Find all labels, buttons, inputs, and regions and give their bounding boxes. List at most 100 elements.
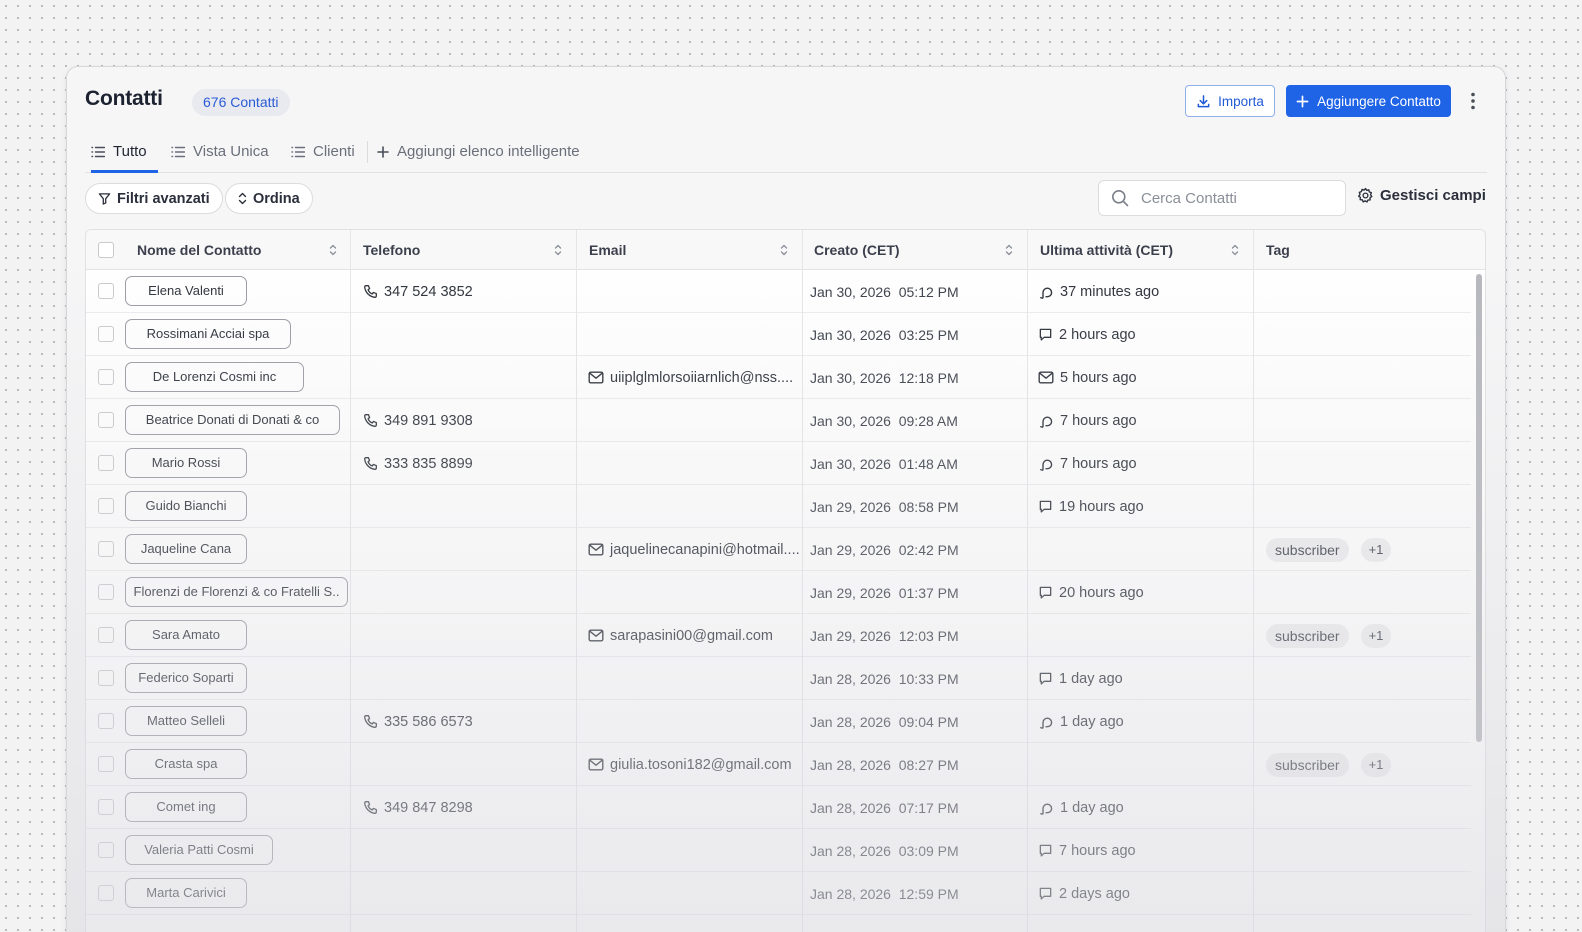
email-cell[interactable]: jaquelinecanapini@hotmail.... xyxy=(588,528,800,571)
table-row[interactable]: Guido Bianchi Jan 29, 2026 08:58 PM 19 hou… xyxy=(86,485,1471,528)
row-checkbox[interactable] xyxy=(98,627,114,643)
contact-name-link[interactable]: Marta Carivici xyxy=(125,878,247,908)
row-checkbox[interactable] xyxy=(98,799,114,815)
table-row[interactable]: De Lorenzi Cosmi inc uiiplglmlorsoiiarnli… xyxy=(86,356,1471,399)
table-row[interactable]: Sara Amato sarapasini00@gmail.com Jan 29, … xyxy=(86,614,1471,657)
email-cell[interactable]: giulia.tosoni182@gmail.com xyxy=(588,743,800,786)
row-checkbox[interactable] xyxy=(98,369,114,385)
row-checkbox[interactable] xyxy=(98,498,114,514)
call-activity-icon xyxy=(1038,284,1054,300)
contact-name-link[interactable]: Mario Rossi xyxy=(125,448,247,478)
column-header-email[interactable]: Email xyxy=(589,230,802,270)
column-header-created[interactable]: Creato (CET) xyxy=(814,230,1027,270)
phone-cell[interactable]: 335 586 6573 xyxy=(363,700,573,743)
table-row[interactable]: Federico Soparti Jan 28, 2026 10:33 PM 1 d… xyxy=(86,657,1471,700)
table-row[interactable]: Comet ing 349 847 8298 Jan 28, 2026 07:17 … xyxy=(86,786,1471,829)
row-checkbox[interactable] xyxy=(98,455,114,471)
contact-name-link[interactable]: Federico Soparti xyxy=(125,663,247,693)
table-header: Nome del Contatto Telefono Email Creato … xyxy=(86,230,1485,270)
phone-cell[interactable]: 333 835 8899 xyxy=(363,442,573,485)
contact-name-link[interactable]: Comet ing xyxy=(125,792,247,822)
row-checkbox[interactable] xyxy=(98,756,114,772)
table-row[interactable]: Rossimani Acciai spa Jan 30, 2026 03:25 P… xyxy=(86,313,1471,356)
column-divider xyxy=(802,230,803,932)
contact-name-link[interactable]: Beatrice Donati di Donati & co xyxy=(125,405,340,435)
row-checkbox[interactable] xyxy=(98,842,114,858)
add-smart-list-tab[interactable]: Aggiungi elenco intelligente xyxy=(377,143,580,173)
contact-name-link[interactable]: Jaqueline Cana xyxy=(125,534,247,564)
phone-number: 349 847 8298 xyxy=(384,799,473,816)
contact-name: Rossimani Acciai spa xyxy=(146,326,270,341)
contacts-table: Nome del Contatto Telefono Email Creato … xyxy=(85,229,1486,932)
contact-name: Federico Soparti xyxy=(138,670,234,685)
tag-badge[interactable]: subscriber xyxy=(1266,752,1349,777)
manage-fields-button[interactable]: Gestisci campi xyxy=(1357,187,1486,204)
phone-cell[interactable]: 347 524 3852 xyxy=(363,270,573,313)
row-checkbox[interactable] xyxy=(98,283,114,299)
email-cell[interactable]: sarapasini00@gmail.com xyxy=(588,614,800,657)
column-header-phone[interactable]: Telefono xyxy=(363,230,576,270)
last-activity-text: 1 day ago xyxy=(1060,799,1124,816)
table-row[interactable]: Florenzi de Florenzi & co Fratelli S.. Ja… xyxy=(86,571,1471,614)
contact-name-link[interactable]: Matteo Selleli xyxy=(125,706,247,736)
contact-name: Beatrice Donati di Donati & co xyxy=(145,412,320,427)
table-row[interactable]: Valeria Patti Cosmi Jan 28, 2026 03:09 PM… xyxy=(86,829,1471,872)
tab-clienti[interactable]: Clienti xyxy=(291,143,355,173)
contact-name-link[interactable]: Elena Valenti xyxy=(125,276,247,306)
created-cell: Jan 30, 2026 05:12 PM xyxy=(810,270,1022,313)
contact-name-link[interactable]: Florenzi de Florenzi & co Fratelli S.. xyxy=(125,577,348,607)
contact-name-link[interactable]: Rossimani Acciai spa xyxy=(125,319,291,349)
select-all-checkbox[interactable] xyxy=(98,242,114,258)
row-checkbox[interactable] xyxy=(98,885,114,901)
tag-badge[interactable]: subscriber xyxy=(1266,537,1349,562)
tab-vista-unica[interactable]: Vista Unica xyxy=(171,143,269,173)
created-date: Jan 30, 2026 03:25 PM xyxy=(810,326,959,343)
table-row[interactable]: Beatrice Donati di Donati & co 349 891 93… xyxy=(86,399,1471,442)
import-button[interactable]: Importa xyxy=(1185,85,1275,117)
row-checkbox[interactable] xyxy=(98,584,114,600)
row-checkbox[interactable] xyxy=(98,326,114,342)
advanced-filters-button[interactable]: Filtri avanzati xyxy=(85,183,223,214)
table-row[interactable]: Crasta spa giulia.tosoni182@gmail.com Jan … xyxy=(86,743,1471,786)
row-checkbox[interactable] xyxy=(98,412,114,428)
column-header-last-activity[interactable]: Ultima attività (CET) xyxy=(1040,230,1253,270)
email-cell[interactable]: uiiplglmlorsoiiarnlich@nss.... xyxy=(588,356,800,399)
more-options-icon[interactable] xyxy=(1461,85,1485,117)
scrollbar-thumb[interactable] xyxy=(1476,274,1482,742)
sort-button[interactable]: Ordina xyxy=(225,183,313,214)
table-row[interactable]: Marta Carivici Jan 28, 2026 12:59 PM 2 day… xyxy=(86,872,1471,915)
row-checkbox[interactable] xyxy=(98,713,114,729)
table-row[interactable]: Mario Rossi 333 835 8899 Jan 30, 2026 01:4… xyxy=(86,442,1471,485)
more-tags-badge[interactable]: +1 xyxy=(1360,623,1392,648)
contact-name-link[interactable]: Crasta spa xyxy=(125,749,247,779)
phone-cell[interactable]: 349 847 8298 xyxy=(363,786,573,829)
created-cell: Jan 29, 2026 12:03 PM xyxy=(810,614,1022,657)
table-row[interactable]: Matteo Selleli 335 586 6573 Jan 28, 2026 0… xyxy=(86,700,1471,743)
call-activity-icon xyxy=(1038,800,1054,816)
contact-name-link[interactable]: Sara Amato xyxy=(125,620,247,650)
created-date: Jan 30, 2026 05:12 PM xyxy=(810,283,959,300)
column-header-label: Creato (CET) xyxy=(814,242,900,258)
last-activity-text: 5 hours ago xyxy=(1060,369,1137,386)
row-checkbox[interactable] xyxy=(98,541,114,557)
phone-cell[interactable]: 349 891 9308 xyxy=(363,399,573,442)
sort-icon xyxy=(554,244,562,256)
contact-name-link[interactable]: Valeria Patti Cosmi xyxy=(125,835,273,865)
table-row[interactable]: Jaqueline Cana jaquelinecanapini@hotmail.… xyxy=(86,528,1471,571)
more-tags-badge[interactable]: +1 xyxy=(1360,537,1392,562)
column-divider xyxy=(1027,230,1028,932)
more-tags-badge[interactable]: +1 xyxy=(1360,752,1392,777)
table-row[interactable]: Elena Valenti 347 524 3852 Jan 30, 2026 05… xyxy=(86,270,1471,313)
add-contact-button[interactable]: Aggiungere Contatto xyxy=(1286,85,1451,117)
tab-tutto[interactable]: Tutto xyxy=(91,143,158,173)
column-header-tag[interactable]: Tag xyxy=(1266,230,1466,270)
column-header-name[interactable]: Nome del Contatto xyxy=(137,230,351,270)
contact-name-link[interactable]: Guido Bianchi xyxy=(125,491,247,521)
list-icon xyxy=(91,146,105,158)
filter-icon xyxy=(98,192,111,205)
tag-badge[interactable]: subscriber xyxy=(1266,623,1349,648)
contact-name-link[interactable]: De Lorenzi Cosmi inc xyxy=(125,362,304,392)
row-checkbox[interactable] xyxy=(98,670,114,686)
vertical-scrollbar[interactable] xyxy=(1473,270,1485,932)
search-input[interactable] xyxy=(1141,189,1331,207)
